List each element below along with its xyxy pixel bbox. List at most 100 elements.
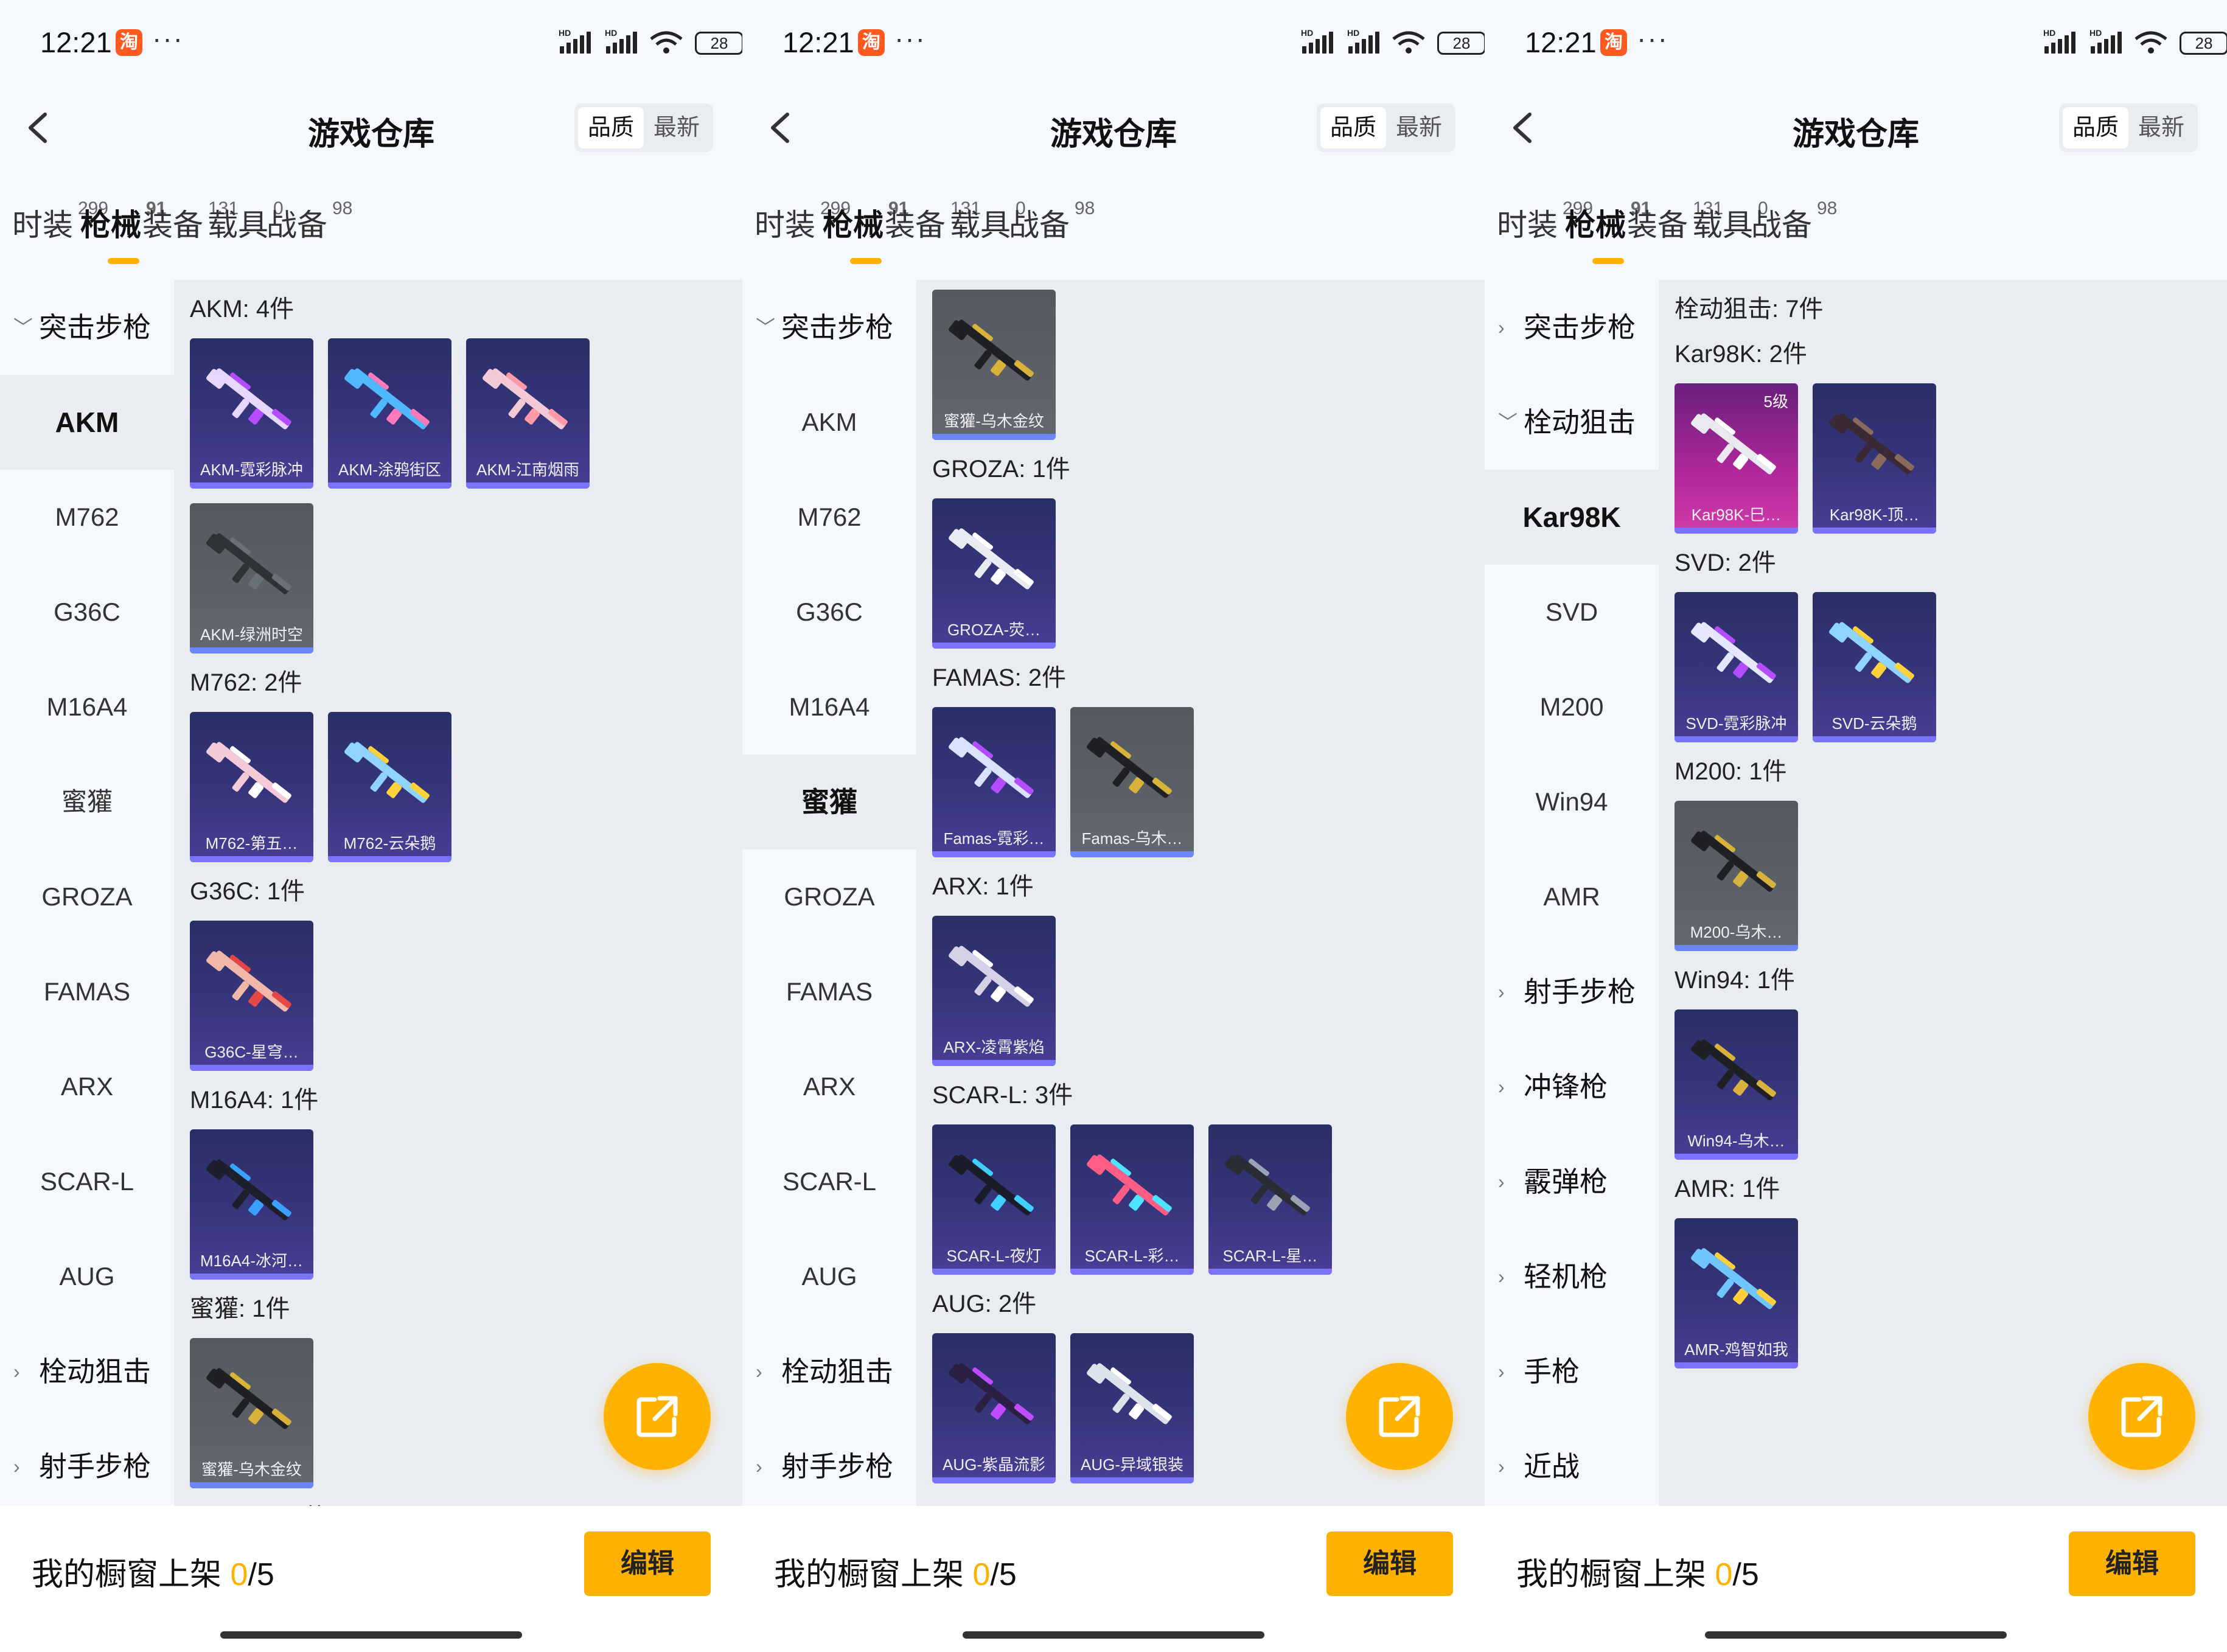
weapon-skin-name: AKM-绿洲时空 — [200, 626, 303, 644]
sidebar-item[interactable]: GROZA — [0, 849, 174, 944]
sidebar-item[interactable]: ARX — [742, 1039, 916, 1134]
sort-latest-button[interactable]: 最新 — [644, 107, 709, 148]
home-indicator[interactable] — [1705, 1631, 2007, 1639]
sidebar-item[interactable]: › 霰弹枪 — [1485, 1134, 1659, 1229]
rarity-stripe — [190, 647, 313, 653]
tab-5[interactable]: 战备 98 — [267, 198, 352, 245]
edit-button[interactable]: 编辑 — [584, 1532, 711, 1596]
sort-quality-button[interactable]: 品质 — [1320, 107, 1386, 148]
weapon-skin-card[interactable]: Famas-霓彩… — [932, 707, 1056, 857]
home-indicator[interactable] — [220, 1631, 522, 1639]
sidebar-item[interactable]: AMR — [1485, 849, 1659, 944]
section-label: M200: 1件 — [1675, 758, 1787, 785]
sidebar-item[interactable]: 蜜獾 — [0, 755, 174, 849]
sidebar-item[interactable]: › 射手步枪 — [742, 1419, 916, 1506]
showcase-current-count: 0 — [1715, 1557, 1733, 1592]
chevron-icon: ﹀ — [1498, 411, 1518, 433]
weapon-skin-card[interactable]: SCAR-L-夜灯 — [932, 1124, 1056, 1275]
weapon-skin-card[interactable]: GROZA-荧… — [932, 498, 1056, 649]
sort-quality-button[interactable]: 品质 — [2063, 107, 2128, 148]
weapon-skin-card[interactable]: AUG-紫晶流影 — [932, 1333, 1056, 1483]
weapon-skin-card[interactable]: SVD-霓彩脉冲 — [1675, 592, 1798, 742]
sidebar-item[interactable]: › 栓动狙击 — [742, 1324, 916, 1419]
signal-icon — [1302, 32, 1333, 54]
weapon-skin-card[interactable]: AUG-异域银装 — [1070, 1333, 1194, 1483]
sort-latest-button[interactable]: 最新 — [1386, 107, 1452, 148]
sidebar-item[interactable]: Kar98K — [1485, 470, 1659, 565]
sidebar-item[interactable]: ARX — [0, 1039, 174, 1134]
sidebar-item[interactable]: FAMAS — [742, 944, 916, 1039]
weapon-skin-card[interactable]: 蜜獾-乌木金纹 — [190, 1338, 313, 1488]
sidebar-item[interactable]: M200 — [1485, 660, 1659, 755]
weapon-skin-card[interactable]: G36C-星穹… — [190, 921, 313, 1071]
sidebar-item[interactable]: 蜜獾 — [742, 755, 916, 849]
weapon-skin-card[interactable]: M16A4-冰河… — [190, 1129, 313, 1280]
sidebar-item[interactable]: › 突击步枪 — [1485, 280, 1659, 375]
sidebar-item[interactable]: SVD — [1485, 565, 1659, 660]
sidebar-item[interactable]: ﹀ 突击步枪 — [742, 280, 916, 375]
sidebar-item[interactable]: M16A4 — [0, 660, 174, 755]
sidebar-item[interactable]: › 射手步枪 — [1485, 944, 1659, 1039]
sidebar-item[interactable]: ﹀ 突击步枪 — [0, 280, 174, 375]
home-indicator[interactable] — [963, 1631, 1264, 1639]
sidebar-item-label: M762 — [797, 503, 862, 531]
sidebar-item[interactable]: AKM — [742, 375, 916, 470]
weapon-skin-card[interactable]: 5级 Kar98K-巳… — [1675, 383, 1798, 534]
sidebar-item[interactable]: › 轻机枪 — [1485, 1229, 1659, 1324]
weapon-skin-card[interactable]: M762-云朵鹅 — [328, 712, 451, 862]
item-grid: SVD-霓彩脉冲 SVD-云朵鹅 — [1659, 579, 2227, 742]
share-button[interactable] — [1346, 1363, 1453, 1470]
tab-5[interactable]: 战备 98 — [1751, 198, 1837, 245]
section-label: SCAR-L: 3件 — [932, 1082, 1073, 1109]
weapon-skin-card[interactable]: M200-乌木… — [1675, 801, 1798, 951]
weapon-skin-card[interactable]: AKM-绿洲时空 — [190, 503, 313, 653]
weapon-skin-card[interactable]: Win94-乌木… — [1675, 1009, 1798, 1160]
weapon-skin-card[interactable]: SCAR-L-彩… — [1070, 1124, 1194, 1275]
tab-label: 时装 — [755, 208, 815, 242]
weapon-skin-card[interactable]: SVD-云朵鹅 — [1813, 592, 1936, 742]
sidebar-item[interactable]: › 近战 — [1485, 1419, 1659, 1506]
sidebar-item[interactable]: GROZA — [742, 849, 916, 944]
tab-5[interactable]: 战备 98 — [1009, 198, 1095, 245]
weapon-skin-card[interactable]: 蜜獾-乌木金纹 — [932, 290, 1056, 440]
sidebar-item[interactable]: SCAR-L — [0, 1134, 174, 1229]
sidebar-item[interactable]: AUG — [0, 1229, 174, 1324]
sidebar-item-label: AUG — [59, 1262, 115, 1291]
weapon-skin-card[interactable]: Kar98K-顶… — [1813, 383, 1936, 534]
weapon-skin-card[interactable]: AKM-涂鸦街区 — [328, 338, 451, 489]
sidebar-item[interactable]: Win94 — [1485, 755, 1659, 849]
sidebar-item-label: 轻机枪 — [1524, 1261, 1608, 1292]
sidebar-item[interactable]: › 手枪 — [1485, 1324, 1659, 1419]
weapon-skin-card[interactable]: AKM-霓彩脉冲 — [190, 338, 313, 489]
weapon-skin-card[interactable]: ARX-凌霄紫焰 — [932, 916, 1056, 1066]
weapon-skin-card[interactable]: SCAR-L-星… — [1208, 1124, 1332, 1275]
sidebar-item[interactable]: M762 — [0, 470, 174, 565]
sort-latest-button[interactable]: 最新 — [2128, 107, 2194, 148]
status-bar: 12:21 淘 ··· HD HD 28 — [1485, 0, 2227, 85]
edit-button[interactable]: 编辑 — [2069, 1532, 2195, 1596]
tab-active-indicator — [849, 258, 882, 264]
sidebar-item[interactable]: G36C — [0, 565, 174, 660]
sidebar-item-label: AUG — [801, 1262, 857, 1291]
sidebar-item[interactable]: M16A4 — [742, 660, 916, 755]
edit-button[interactable]: 编辑 — [1326, 1532, 1453, 1596]
sidebar-item[interactable]: AUG — [742, 1229, 916, 1324]
sidebar-item[interactable]: SCAR-L — [742, 1134, 916, 1229]
sidebar-item[interactable]: G36C — [742, 565, 916, 660]
weapon-skin-card[interactable]: M762-第五… — [190, 712, 313, 862]
rarity-stripe — [190, 1274, 313, 1280]
sidebar-item[interactable]: › 射手步枪 — [0, 1419, 174, 1506]
weapon-skin-card[interactable]: Famas-乌木… — [1070, 707, 1194, 857]
share-button[interactable] — [2088, 1363, 2195, 1470]
sidebar-item[interactable]: M762 — [742, 470, 916, 565]
sidebar-item[interactable]: FAMAS — [0, 944, 174, 1039]
sidebar-item[interactable]: › 冲锋枪 — [1485, 1039, 1659, 1134]
sort-quality-button[interactable]: 品质 — [578, 107, 644, 148]
weapon-skin-card[interactable]: AMR-鸡智如我 — [1675, 1218, 1798, 1368]
weapon-skin-card[interactable]: AKM-江南烟雨 — [466, 338, 590, 489]
share-button[interactable] — [604, 1363, 711, 1470]
sidebar-item[interactable]: ﹀ 栓动狙击 — [1485, 375, 1659, 470]
weapon-skin-name: Win94-乌木… — [1687, 1132, 1785, 1150]
sidebar-item[interactable]: › 栓动狙击 — [0, 1324, 174, 1419]
sidebar-item[interactable]: AKM — [0, 375, 174, 470]
